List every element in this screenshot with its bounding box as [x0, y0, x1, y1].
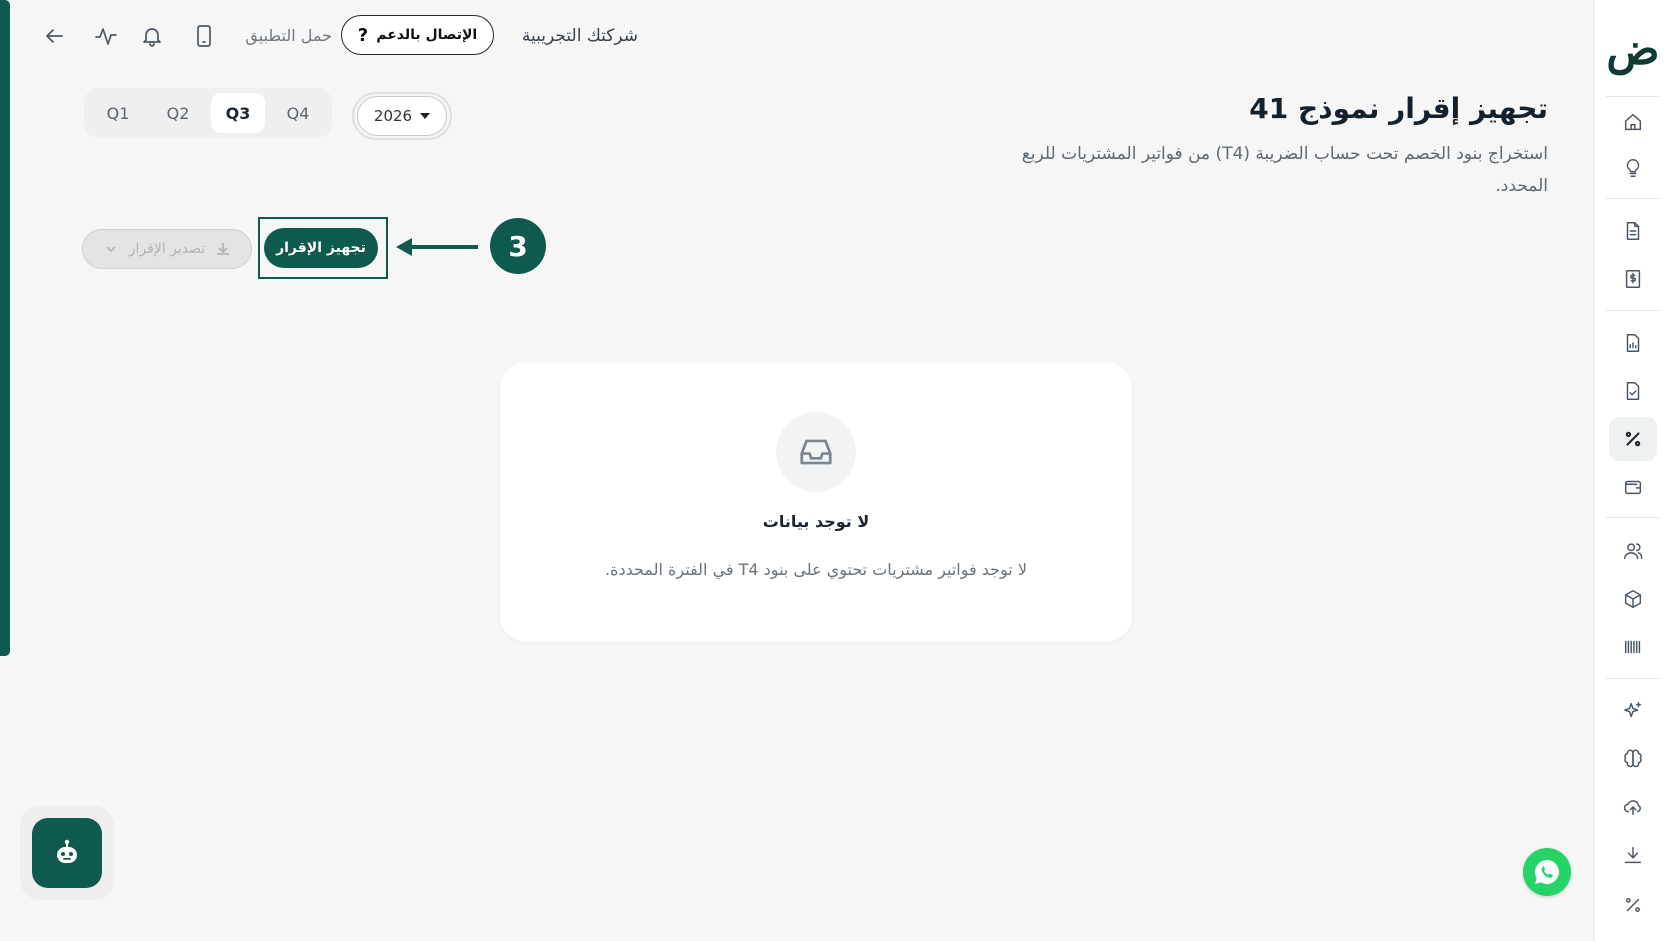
- year-value: 2026: [373, 107, 413, 125]
- step-number-badge: 3: [490, 218, 546, 274]
- whatsapp-icon: [1534, 860, 1559, 884]
- chevron-down-icon: [420, 113, 431, 119]
- home-icon[interactable]: [1609, 100, 1657, 144]
- page-title: تجهيز إقرار نموذج 41: [1249, 92, 1548, 125]
- document-icon[interactable]: [1609, 209, 1657, 253]
- download-icon: [217, 243, 230, 255]
- page-description: استخراج بنود الخصم تحت حساب الضريبة (T4)…: [1021, 144, 1548, 196]
- left-accent-rail: [0, 0, 10, 656]
- report-icon[interactable]: [1609, 321, 1657, 365]
- tab-q4[interactable]: Q4: [271, 93, 325, 133]
- sidebar-divider: [1606, 517, 1660, 518]
- lightbulb-icon[interactable]: [1609, 146, 1657, 190]
- mobile-phone-icon[interactable]: [188, 20, 220, 52]
- year-select[interactable]: 2026: [352, 92, 452, 140]
- box-icon[interactable]: [1609, 577, 1657, 621]
- robot-icon: [57, 839, 77, 863]
- tab-q3[interactable]: Q3: [211, 93, 265, 133]
- sparkles-icon[interactable]: [1609, 689, 1657, 733]
- annotation-arrow-icon: [396, 238, 478, 256]
- wallet-icon[interactable]: [1609, 465, 1657, 509]
- export-declaration-button[interactable]: تصدير الإقرار: [82, 229, 252, 269]
- chevron-down-icon: [106, 246, 116, 253]
- tab-q1[interactable]: Q1: [91, 93, 145, 133]
- brain-icon[interactable]: [1609, 737, 1657, 781]
- company-name[interactable]: شركتك التجريبية: [504, 22, 638, 50]
- file-check-icon[interactable]: [1609, 369, 1657, 413]
- support-label: الإتصال بالدعم: [376, 27, 478, 43]
- empty-state-description: لا توجد فواتير مشتريات تحتوي على بنود T4…: [605, 560, 1027, 579]
- app-logo[interactable]: ض: [1594, 22, 1672, 76]
- sidebar-divider: [1606, 96, 1660, 97]
- empty-state-card: لا توجد بيانات لا توجد فواتير مشتريات تح…: [500, 362, 1132, 642]
- notification-bell-icon[interactable]: [136, 20, 168, 52]
- assistant-bot-button[interactable]: [32, 818, 102, 888]
- whatsapp-chat-button[interactable]: [1523, 848, 1571, 896]
- sidebar-divider: [1606, 678, 1660, 679]
- upload-cloud-icon[interactable]: [1609, 785, 1657, 829]
- prepare-declaration-button[interactable]: تجهيز الإقرار: [264, 228, 378, 268]
- percent-icon[interactable]: [1609, 417, 1657, 461]
- sidebar-divider: [1606, 310, 1660, 311]
- barcode-icon[interactable]: [1609, 625, 1657, 669]
- empty-state-title: لا توجد بيانات: [762, 512, 870, 531]
- users-icon[interactable]: [1609, 529, 1657, 573]
- download-icon[interactable]: [1609, 833, 1657, 877]
- help-question-icon: ?: [357, 24, 369, 46]
- sidebar: ض: [1593, 0, 1672, 941]
- tab-q2[interactable]: Q2: [151, 93, 205, 133]
- download-app-link[interactable]: حمل التطبيق: [228, 22, 332, 50]
- inbox-icon: [776, 412, 856, 492]
- export-label: تصدير الإقرار: [128, 241, 206, 257]
- sidebar-divider: [1606, 198, 1660, 199]
- back-arrow-icon[interactable]: [38, 20, 70, 52]
- quarter-selector: Q1 Q2 Q3 Q4: [84, 88, 332, 138]
- contact-support-button[interactable]: ? الإتصال بالدعم: [341, 15, 494, 55]
- invoice-icon[interactable]: [1609, 257, 1657, 301]
- assistant-bot-container: [20, 806, 114, 900]
- percent-icon[interactable]: [1609, 883, 1657, 927]
- activity-icon[interactable]: [90, 20, 122, 52]
